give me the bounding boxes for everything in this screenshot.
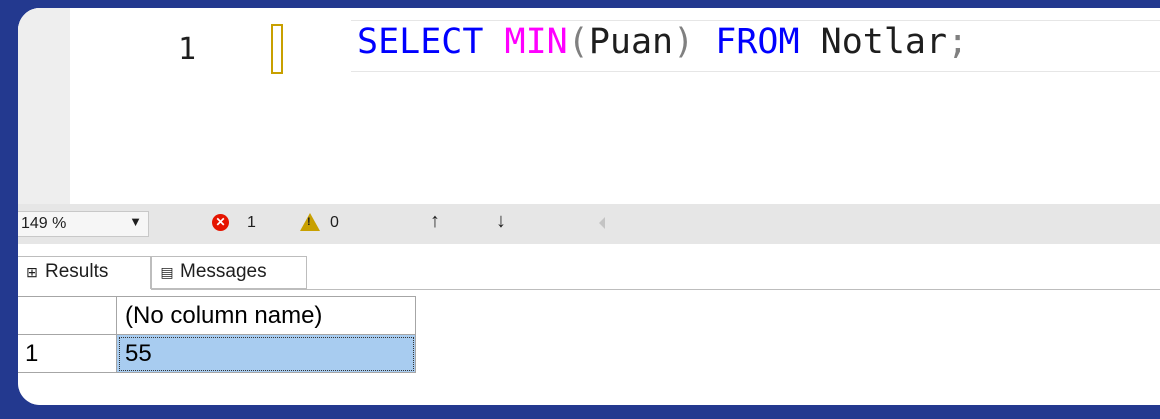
- ssms-window: 1 SELECT MIN(Puan) FROM Notlar; 149 % ▼ …: [18, 8, 1160, 405]
- column-name: Puan: [588, 22, 674, 62]
- keyword-select: SELECT: [357, 22, 484, 62]
- function-min: MIN: [504, 22, 568, 62]
- keyword-from: FROM: [715, 22, 800, 62]
- editor-gutter: [18, 8, 70, 204]
- result-cell[interactable]: 55: [116, 334, 416, 373]
- error-icon[interactable]: ✕: [212, 214, 229, 231]
- grid-corner[interactable]: [18, 296, 117, 335]
- results-pane: ⊞ Results ▤ Messages (No column name) 1 55: [18, 244, 1160, 405]
- tab-divider: [151, 289, 1160, 290]
- scroll-left-icon[interactable]: [599, 217, 605, 229]
- editor-status-bar: 149 % ▼ ✕ 1 ! 0 ↑ ↓: [18, 204, 1160, 244]
- chevron-down-icon[interactable]: ▼: [129, 214, 142, 229]
- close-paren: ): [673, 22, 695, 62]
- warning-icon[interactable]: !: [300, 213, 320, 231]
- next-issue-arrow-icon[interactable]: ↓: [496, 210, 506, 233]
- row-number[interactable]: 1: [18, 334, 117, 373]
- messages-icon: ▤: [160, 264, 174, 280]
- code-line[interactable]: SELECT MIN(Puan) FROM Notlar;: [357, 22, 968, 62]
- query-editor[interactable]: 1 SELECT MIN(Puan) FROM Notlar;: [18, 8, 1160, 204]
- change-marker: [271, 24, 283, 74]
- tab-messages-label: Messages: [180, 261, 267, 282]
- table-row[interactable]: 1 55: [18, 334, 416, 373]
- warning-count[interactable]: 0: [330, 214, 339, 232]
- grid-icon: ⊞: [26, 264, 38, 280]
- column-header[interactable]: (No column name): [116, 296, 416, 335]
- tab-messages[interactable]: ▤ Messages: [151, 256, 307, 289]
- semicolon: ;: [947, 22, 969, 62]
- error-count[interactable]: 1: [247, 214, 256, 232]
- tab-results-label: Results: [45, 261, 109, 282]
- tab-results[interactable]: ⊞ Results: [18, 256, 151, 289]
- zoom-value: 149 %: [21, 215, 67, 232]
- results-tabs: ⊞ Results ▤ Messages: [18, 256, 1160, 290]
- zoom-dropdown[interactable]: 149 % ▼: [18, 211, 149, 237]
- line-number: 1: [178, 32, 197, 67]
- open-paren: (: [567, 22, 589, 62]
- header-row: (No column name): [18, 296, 416, 335]
- table-name: Notlar: [820, 22, 948, 62]
- previous-issue-arrow-icon[interactable]: ↑: [430, 210, 440, 233]
- results-grid[interactable]: (No column name) 1 55: [18, 296, 416, 373]
